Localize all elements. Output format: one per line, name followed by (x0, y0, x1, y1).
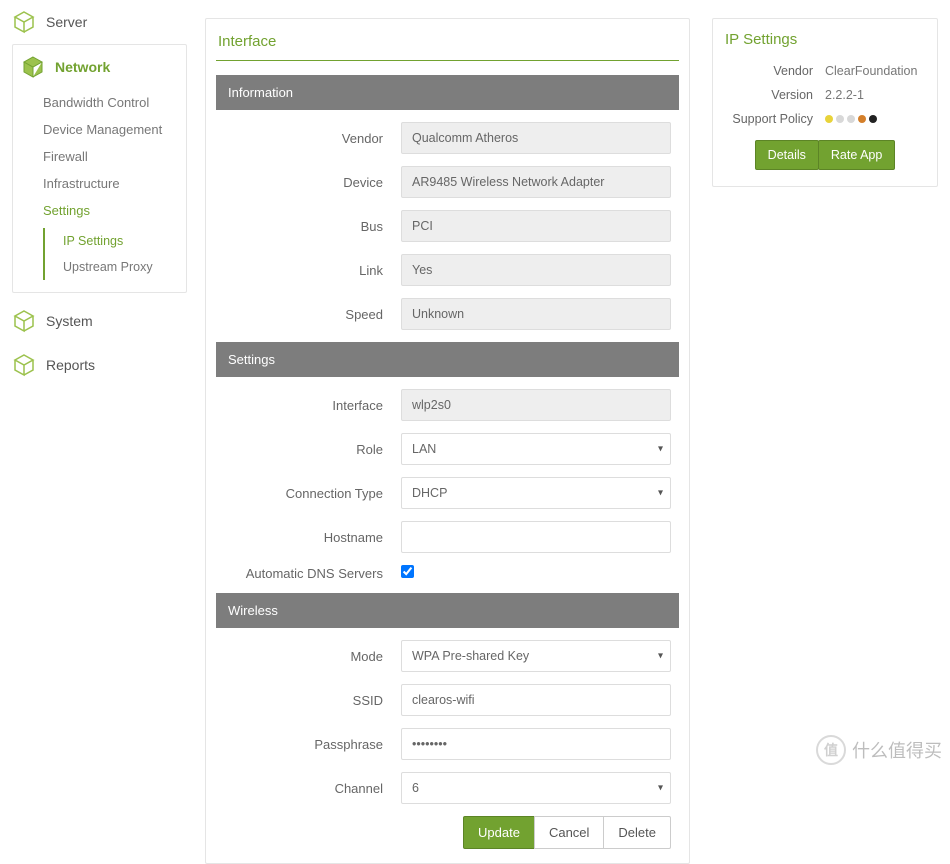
row-wireless-mode: Mode WPA Pre-shared Key (216, 640, 679, 672)
row-wireless-channel: Channel 6 (216, 772, 679, 804)
network-subnav: Bandwidth Control Device Management Fire… (13, 89, 186, 224)
cube-icon (12, 10, 36, 34)
label-channel: Channel (216, 781, 401, 796)
support-policy-dots (825, 115, 925, 123)
row-info-link: Link Yes (216, 254, 679, 286)
watermark-icon: 值 (816, 735, 846, 765)
row-settings-conntype: Connection Type DHCP (216, 477, 679, 509)
value-device: AR9485 Wireless Network Adapter (401, 166, 671, 198)
channel-select[interactable]: 6 (401, 772, 671, 804)
row-settings-hostname: Hostname (216, 521, 679, 553)
side-value-vendor: ClearFoundation (825, 64, 925, 78)
label-device: Device (216, 175, 401, 190)
side-label-version: Version (725, 88, 825, 102)
sidebar-network-panel: Network Bandwidth Control Device Managem… (12, 44, 187, 293)
sidebar-item-system[interactable]: System (12, 299, 187, 343)
dot-icon (858, 115, 866, 123)
conntype-select[interactable]: DHCP (401, 477, 671, 509)
side-panel: IP Settings Vendor ClearFoundation Versi… (712, 18, 938, 187)
section-wireless-header: Wireless (216, 593, 679, 628)
row-info-device: Device AR9485 Wireless Network Adapter (216, 166, 679, 198)
label-interface: Interface (216, 398, 401, 413)
side-row-support: Support Policy (725, 112, 925, 126)
autodns-checkbox[interactable] (401, 565, 414, 578)
action-buttons: Update Cancel Delete (216, 816, 679, 849)
label-ssid: SSID (216, 693, 401, 708)
value-vendor: Qualcomm Atheros (401, 122, 671, 154)
label-mode: Mode (216, 649, 401, 664)
label-role: Role (216, 442, 401, 457)
sidebar-item-reports[interactable]: Reports (12, 343, 187, 387)
side-label-support: Support Policy (725, 112, 825, 126)
sidebar-label-reports: Reports (46, 357, 95, 373)
sidebar-label-network: Network (55, 59, 110, 75)
row-wireless-ssid: SSID (216, 684, 679, 716)
label-link: Link (216, 263, 401, 278)
cancel-button[interactable]: Cancel (534, 816, 604, 849)
value-speed: Unknown (401, 298, 671, 330)
label-autodns: Automatic DNS Servers (216, 566, 401, 581)
side-value-version: 2.2.2-1 (825, 88, 925, 102)
row-wireless-pass: Passphrase (216, 728, 679, 760)
main-panel: Interface Information Vendor Qualcomm At… (205, 18, 690, 864)
row-settings-role: Role LAN (216, 433, 679, 465)
dot-icon (847, 115, 855, 123)
panel-title: Interface (216, 29, 679, 61)
cube-icon (12, 309, 36, 333)
cube-icon (12, 353, 36, 377)
side-row-vendor: Vendor ClearFoundation (725, 64, 925, 78)
row-info-bus: Bus PCI (216, 210, 679, 242)
hostname-input[interactable] (401, 521, 671, 553)
sidebar-item-server[interactable]: Server (12, 0, 187, 44)
settings-subnav: IP Settings Upstream Proxy (43, 228, 186, 280)
sidebar-item-upstream-proxy[interactable]: Upstream Proxy (63, 254, 186, 280)
side-label-vendor: Vendor (725, 64, 825, 78)
row-info-vendor: Vendor Qualcomm Atheros (216, 122, 679, 154)
watermark: 值 什么值得买 (816, 735, 942, 765)
label-speed: Speed (216, 307, 401, 322)
sidebar-item-infrastructure[interactable]: Infrastructure (43, 170, 186, 197)
mode-select[interactable]: WPA Pre-shared Key (401, 640, 671, 672)
row-info-speed: Speed Unknown (216, 298, 679, 330)
watermark-text: 什么值得买 (852, 737, 942, 763)
sidebar-label-server: Server (46, 14, 87, 30)
label-hostname: Hostname (216, 530, 401, 545)
role-select[interactable]: LAN (401, 433, 671, 465)
side-title: IP Settings (725, 31, 925, 48)
delete-button[interactable]: Delete (603, 816, 671, 849)
sidebar-item-network[interactable]: Network (13, 45, 186, 89)
passphrase-input[interactable] (401, 728, 671, 760)
sidebar-item-device-mgmt[interactable]: Device Management (43, 116, 186, 143)
sidebar-item-bandwidth[interactable]: Bandwidth Control (43, 89, 186, 116)
sidebar-item-firewall[interactable]: Firewall (43, 143, 186, 170)
value-interface: wlp2s0 (401, 389, 671, 421)
side-buttons: Details Rate App (725, 140, 925, 170)
sidebar-label-system: System (46, 313, 93, 329)
sidebar: Server Network Bandwidth Control Device … (12, 0, 187, 387)
row-settings-interface: Interface wlp2s0 (216, 389, 679, 421)
value-bus: PCI (401, 210, 671, 242)
row-settings-autodns: Automatic DNS Servers (216, 565, 679, 581)
value-link: Yes (401, 254, 671, 286)
update-button[interactable]: Update (463, 816, 535, 849)
rate-app-button[interactable]: Rate App (818, 140, 895, 170)
cube-icon (21, 55, 45, 79)
label-pass: Passphrase (216, 737, 401, 752)
label-bus: Bus (216, 219, 401, 234)
label-vendor: Vendor (216, 131, 401, 146)
dot-icon (825, 115, 833, 123)
section-information-header: Information (216, 75, 679, 110)
side-row-version: Version 2.2.2-1 (725, 88, 925, 102)
section-settings-header: Settings (216, 342, 679, 377)
sidebar-item-ip-settings[interactable]: IP Settings (63, 228, 186, 254)
dot-icon (869, 115, 877, 123)
sidebar-item-settings[interactable]: Settings (43, 197, 186, 224)
ssid-input[interactable] (401, 684, 671, 716)
details-button[interactable]: Details (755, 140, 819, 170)
dot-icon (836, 115, 844, 123)
label-conntype: Connection Type (216, 486, 401, 501)
